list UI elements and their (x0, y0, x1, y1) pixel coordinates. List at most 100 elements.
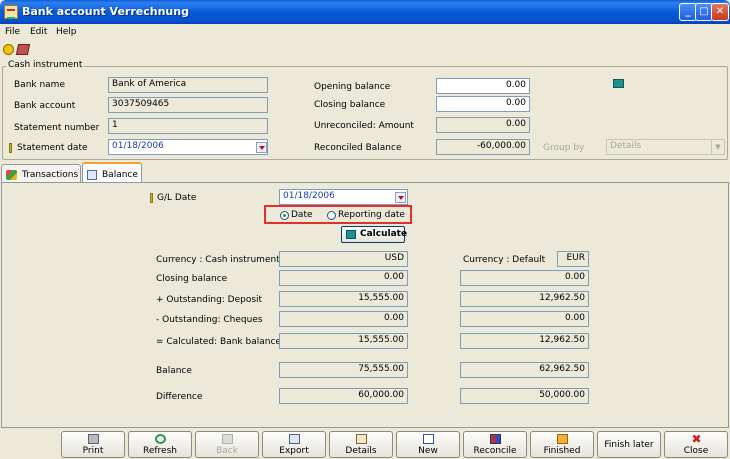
currency-default-field: EUR (557, 251, 589, 267)
new-button[interactable]: New (396, 431, 460, 458)
outstanding-deposit-cash-field: 15,555.00 (279, 291, 408, 307)
outstanding-deposit-label: + Outstanding: Deposit (156, 295, 263, 305)
details-icon (356, 434, 367, 444)
calculator-icon[interactable] (613, 79, 624, 88)
tab-balance-label: Balance (102, 170, 138, 180)
details-label: Details (345, 446, 377, 456)
calculator-icon (346, 230, 356, 239)
export-label: Export (279, 446, 309, 456)
app-icon (4, 5, 18, 19)
close-window-button[interactable]: ✕ (711, 3, 729, 21)
chevron-down-icon[interactable]: ▼ (711, 140, 724, 154)
calculate-label: Calculate (360, 229, 408, 239)
refresh-label: Refresh (143, 446, 177, 456)
close-button[interactable]: ✖ Close (664, 431, 728, 458)
calculated-bank-balance-label: = Calculated: Bank balance (156, 337, 281, 347)
printer-icon (88, 434, 99, 444)
gl-date-input[interactable]: 01/18/2006 (279, 189, 408, 205)
balance-default-field: 62,962.50 (460, 362, 589, 378)
outstanding-cheques-label: - Outstanding: Cheques (156, 315, 263, 325)
finish-later-button[interactable]: Finish later (597, 431, 661, 458)
required-marker (150, 193, 153, 203)
statement-date-label: Statement date (17, 143, 88, 153)
outstanding-cheques-default-field: 0.00 (460, 311, 589, 327)
group-by-select[interactable]: Details (606, 139, 725, 155)
bank-account-field: 3037509465 (108, 97, 268, 113)
closing-balance-input[interactable]: 0.00 (436, 96, 530, 112)
reconciled-balance-field: -60,000.00 (436, 139, 530, 155)
unreconciled-field: 0.00 (436, 117, 530, 133)
gl-date-label: G/L Date (157, 193, 197, 203)
back-icon (222, 434, 233, 444)
new-document-icon (423, 434, 434, 444)
balance-label: Balance (156, 366, 192, 376)
statement-date-input[interactable]: 01/18/2006 (108, 139, 268, 155)
menu-edit[interactable]: Edit (30, 27, 47, 37)
date-picker-icon[interactable] (256, 142, 267, 153)
currency-cash-field: USD (279, 251, 408, 267)
tab-transactions-label: Transactions (22, 170, 79, 180)
export-icon (289, 434, 300, 444)
finished-button[interactable]: Finished (530, 431, 594, 458)
bank-name-label: Bank name (14, 80, 65, 90)
close-label: Close (683, 446, 709, 456)
radio-reporting-label: Reporting date (338, 210, 405, 220)
calculated-bank-balance-cash-field: 15,555.00 (279, 333, 408, 349)
closing-balance-cash-field: 0.00 (279, 270, 408, 286)
finish-later-label: Finish later (604, 440, 654, 450)
balance-cash-field: 75,555.00 (279, 362, 408, 378)
reconcile-label: Reconcile (473, 446, 517, 456)
opening-balance-label: Opening balance (314, 82, 391, 92)
book-icon[interactable] (15, 44, 31, 55)
finished-label: Finished (543, 446, 581, 456)
calculate-button[interactable]: Calculate (341, 226, 408, 243)
radio-reporting-date[interactable] (327, 211, 336, 220)
tab-balance[interactable]: Balance (82, 162, 142, 184)
close-icon: ✖ (691, 432, 702, 446)
balance-icon (87, 170, 97, 180)
cash-instrument-legend: Cash instrument (6, 60, 85, 70)
closing-balance-default-field: 0.00 (460, 270, 589, 286)
calculated-bank-balance-default-field: 12,962.50 (460, 333, 589, 349)
icon-toolbar (0, 41, 730, 59)
bank-name-field: Bank of America (108, 77, 268, 93)
back-label: Back (216, 446, 238, 456)
radio-date[interactable] (280, 211, 289, 220)
reconcile-button[interactable]: Reconcile (463, 431, 527, 458)
statement-number-field: 1 (108, 118, 268, 134)
back-button[interactable]: Back (195, 431, 259, 458)
currency-cash-label: Currency : Cash instrument (156, 255, 280, 265)
closing-balance-label: Closing balance (156, 274, 228, 284)
print-label: Print (82, 446, 104, 456)
difference-default-field: 50,000.00 (460, 388, 589, 404)
currency-default-label: Currency : Default (463, 255, 546, 265)
print-button[interactable]: Print (61, 431, 125, 458)
transactions-icon (6, 170, 17, 180)
statement-number-label: Statement number (14, 123, 100, 133)
refresh-button[interactable]: Refresh (128, 431, 192, 458)
required-marker (9, 143, 12, 153)
export-button[interactable]: Export (262, 431, 326, 458)
flag-icon (557, 434, 568, 444)
difference-cash-field: 60,000.00 (279, 388, 408, 404)
reconcile-icon (490, 434, 501, 444)
difference-label: Difference (156, 392, 203, 402)
window-title: Bank account Verrechnung (22, 5, 189, 18)
menu-help[interactable]: Help (56, 27, 77, 37)
group-by-label: Group by (543, 143, 585, 153)
menu-file[interactable]: File (5, 27, 20, 37)
radio-date-label: Date (291, 210, 313, 220)
details-button[interactable]: Details (329, 431, 393, 458)
sync-icon[interactable] (3, 44, 14, 55)
reconciled-balance-label: Reconciled Balance (314, 143, 402, 153)
closing-balance-label: Closing balance (314, 100, 386, 110)
outstanding-cheques-cash-field: 0.00 (279, 311, 408, 327)
bank-account-label: Bank account (14, 101, 76, 111)
date-picker-icon[interactable] (395, 192, 406, 203)
refresh-icon (155, 434, 166, 444)
opening-balance-input[interactable]: 0.00 (436, 78, 530, 94)
new-label: New (418, 446, 438, 456)
unreconciled-label: Unreconciled: Amount (314, 121, 414, 131)
menu-bar (0, 24, 730, 41)
outstanding-deposit-default-field: 12,962.50 (460, 291, 589, 307)
